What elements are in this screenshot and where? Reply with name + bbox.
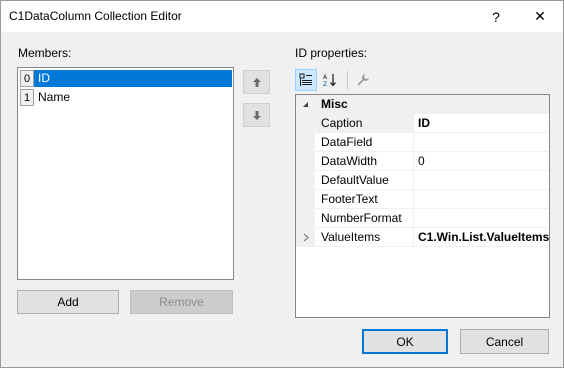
- alphabetical-button[interactable]: A Z: [319, 69, 341, 91]
- collection-editor-dialog: C1DataColumn Collection Editor ? ✕ Membe…: [0, 0, 564, 368]
- move-down-button[interactable]: [243, 103, 270, 127]
- row-gutter: [296, 209, 315, 228]
- categorized-button[interactable]: [295, 69, 317, 91]
- row-gutter: [296, 171, 315, 190]
- collapse-triangle-icon: [303, 102, 308, 107]
- property-name: ValueItems: [321, 230, 381, 244]
- column-divider: [413, 133, 414, 152]
- property-value[interactable]: C1.Win.List.ValueItems: [418, 230, 549, 244]
- arrow-up-icon: [252, 77, 261, 87]
- title-bar: C1DataColumn Collection Editor ? ✕: [1, 1, 563, 32]
- member-name: ID: [34, 70, 232, 87]
- property-value[interactable]: ID: [418, 116, 430, 130]
- collapse-toggle[interactable]: [296, 95, 315, 114]
- property-row-footertext[interactable]: FooterText: [296, 190, 549, 209]
- property-row-numberformat[interactable]: NumberFormat: [296, 209, 549, 228]
- row-gutter: [296, 190, 315, 209]
- wrench-icon: [357, 74, 369, 86]
- property-name: DataWidth: [321, 154, 378, 168]
- property-value[interactable]: 0: [418, 154, 425, 168]
- property-row-datafield[interactable]: DataField: [296, 133, 549, 152]
- property-pages-button[interactable]: [352, 69, 374, 91]
- row-gutter: [296, 133, 315, 152]
- column-divider: [413, 114, 414, 133]
- toolbar-separator: [347, 71, 348, 89]
- list-item[interactable]: 1 Name: [19, 88, 232, 107]
- property-name: NumberFormat: [321, 211, 402, 225]
- category-label: Misc: [321, 97, 348, 111]
- column-divider: [413, 152, 414, 171]
- move-up-button[interactable]: [243, 70, 270, 94]
- svg-text:Z: Z: [323, 81, 327, 87]
- member-name: Name: [38, 90, 71, 104]
- close-icon: ✕: [534, 8, 546, 24]
- property-row-datawidth[interactable]: DataWidth 0: [296, 152, 549, 171]
- column-divider: [413, 209, 414, 228]
- property-grid[interactable]: Misc Caption ID DataField DataWidth 0 De…: [295, 94, 550, 318]
- row-gutter: [296, 114, 315, 133]
- column-divider: [413, 228, 414, 247]
- property-toolbar: A Z: [295, 68, 376, 92]
- chevron-right-icon: [303, 233, 309, 242]
- svg-text:A: A: [323, 74, 328, 81]
- properties-label: ID properties:: [295, 46, 368, 60]
- help-icon: ?: [492, 8, 500, 25]
- category-row[interactable]: Misc: [296, 95, 549, 114]
- property-name: DataField: [321, 135, 373, 149]
- member-index: 1: [20, 89, 34, 106]
- list-item[interactable]: 0 ID: [19, 69, 232, 88]
- column-divider: [413, 190, 414, 209]
- members-list[interactable]: 0 ID 1 Name: [17, 67, 234, 280]
- categorized-icon: [299, 73, 312, 86]
- row-gutter: [296, 152, 315, 171]
- members-label: Members:: [18, 46, 72, 60]
- member-index: 0: [20, 70, 34, 87]
- column-divider: [413, 171, 414, 190]
- arrow-down-icon: [252, 110, 261, 120]
- add-button[interactable]: Add: [17, 290, 119, 314]
- property-row-caption[interactable]: Caption ID: [296, 114, 549, 133]
- help-button[interactable]: ?: [473, 1, 519, 32]
- property-name: Caption: [321, 116, 363, 130]
- remove-button[interactable]: Remove: [130, 290, 233, 314]
- property-row-defaultvalue[interactable]: DefaultValue: [296, 171, 549, 190]
- property-row-valueitems[interactable]: ValueItems C1.Win.List.ValueItems: [296, 228, 549, 247]
- property-name: FooterText: [321, 192, 378, 206]
- property-name: DefaultValue: [321, 173, 389, 187]
- sort-az-icon: A Z: [323, 74, 336, 87]
- close-button[interactable]: ✕: [517, 1, 563, 32]
- expand-toggle[interactable]: [296, 228, 315, 247]
- cancel-button[interactable]: Cancel: [460, 329, 549, 354]
- window-title: C1DataColumn Collection Editor: [9, 9, 182, 23]
- ok-button[interactable]: OK: [362, 329, 448, 354]
